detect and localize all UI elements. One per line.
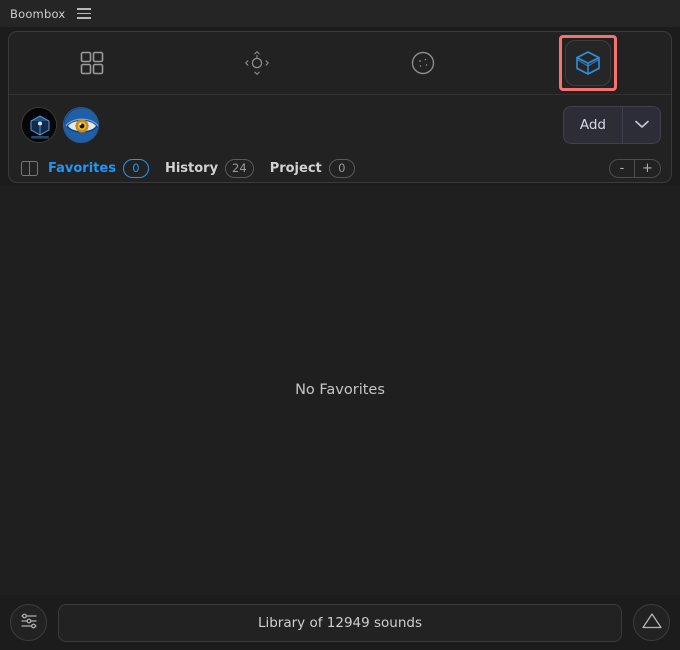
chevron-down-icon[interactable] — [622, 106, 660, 143]
tab-favorites[interactable]: Favorites 0 — [48, 154, 149, 182]
footer-bar: Library of 12949 sounds — [0, 595, 680, 650]
triangle-icon — [641, 611, 663, 634]
move-arrows-icon — [234, 40, 280, 86]
tool-toolbar — [9, 32, 671, 95]
sliders-icon — [19, 611, 39, 635]
tab-favorites-label: Favorites — [48, 160, 116, 176]
add-button-group: Add — [562, 105, 661, 144]
avatar-add-row: Add — [9, 95, 671, 154]
toolbar-item-move[interactable] — [175, 32, 341, 94]
hamburger-menu-icon[interactable] — [77, 7, 92, 21]
tab-project-badge: 0 — [328, 158, 355, 178]
hamburger-line — [77, 17, 92, 19]
sidebar-panel-icon[interactable] — [21, 161, 38, 176]
tab-project-label: Project — [269, 160, 322, 176]
zoom-in-button[interactable]: + — [635, 160, 660, 177]
tab-project[interactable]: Project 0 — [269, 154, 355, 182]
avatar-list — [21, 106, 99, 143]
hamburger-line — [77, 8, 92, 10]
sphere-icon — [400, 40, 446, 86]
toolbar-item-package[interactable] — [506, 32, 672, 94]
hamburger-line — [77, 12, 92, 15]
eye-avatar[interactable] — [63, 106, 99, 143]
grid-icon — [69, 40, 115, 86]
filter-settings-button[interactable] — [10, 604, 47, 641]
toolbar-item-grid[interactable] — [9, 32, 175, 94]
tab-history-label: History — [164, 160, 219, 176]
library-search-text: Library of 12949 sounds — [257, 614, 423, 631]
content-area: No Favorites — [0, 185, 680, 595]
zoom-out-button[interactable]: - — [610, 160, 635, 177]
panel-right-half — [30, 162, 38, 175]
zoom-controls: - + — [609, 159, 661, 178]
tab-history[interactable]: History 24 — [164, 154, 254, 182]
title-bar: Boombox — [0, 0, 680, 27]
add-button[interactable]: Add — [564, 107, 622, 143]
tab-favorites-badge: 0 — [122, 158, 149, 178]
tab-history-badge: 24 — [225, 158, 254, 178]
top-panel: Add Favorites 0 History 24 Project 0 - + — [8, 31, 672, 183]
cube-box-icon — [565, 40, 612, 86]
app-title: Boombox — [10, 6, 66, 21]
upload-button[interactable] — [633, 604, 670, 641]
tabs-row: Favorites 0 History 24 Project 0 - + — [9, 154, 671, 182]
empty-state-message: No Favorites — [295, 382, 385, 398]
toolbar-item-sphere[interactable] — [340, 32, 506, 94]
tab-list: Favorites 0 History 24 Project 0 — [48, 154, 355, 182]
panel-left-half — [22, 162, 30, 175]
boombox-logo-avatar[interactable] — [21, 106, 57, 143]
library-search-bar[interactable]: Library of 12949 sounds — [58, 603, 622, 642]
